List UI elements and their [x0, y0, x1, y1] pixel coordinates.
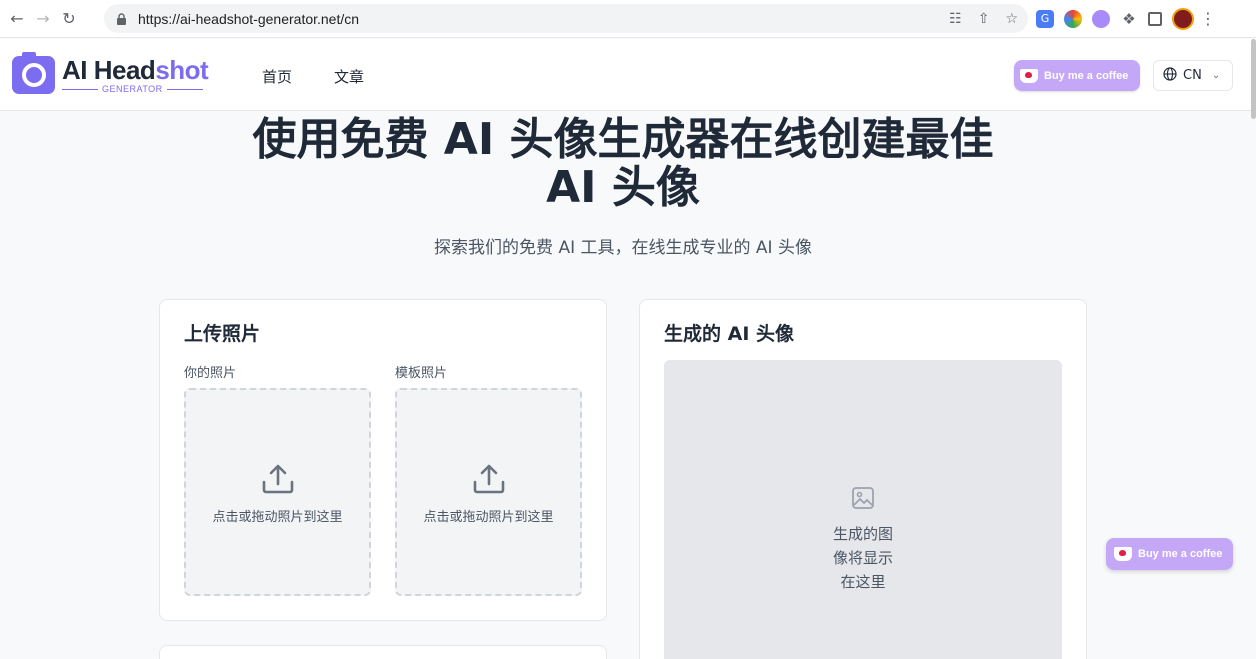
- image-icon: [852, 487, 874, 509]
- translate-icon[interactable]: ☷: [949, 11, 962, 27]
- generated-headshot-card: 生成的 AI 头像 生成的图像将显示在这里: [639, 299, 1087, 659]
- buy-me-coffee-button[interactable]: Buy me a coffee: [1014, 60, 1140, 91]
- your-photo-dropzone[interactable]: 点击或拖动照片到这里: [184, 388, 371, 596]
- hero-title: 使用免费 AI 头像生成器在线创建最佳 AI 头像: [252, 114, 994, 213]
- share-icon[interactable]: ⇧: [978, 11, 990, 27]
- upload-card-title: 上传照片: [184, 323, 261, 345]
- browser-toolbar: ← → ↻ https://ai-headshot-generator.net/…: [0, 0, 1256, 38]
- template-photo-dropzone[interactable]: 点击或拖动照片到这里: [395, 388, 582, 596]
- coffee-cup-icon: [1020, 68, 1038, 83]
- bookmark-star-icon[interactable]: ☆: [1005, 11, 1018, 27]
- upload-icon: [262, 464, 293, 493]
- coffee-label: Buy me a coffee: [1044, 69, 1129, 82]
- globe-icon: [1163, 66, 1177, 85]
- generated-image-placeholder: 生成的图像将显示在这里: [664, 360, 1062, 659]
- logo-text-accent: shot: [155, 54, 209, 85]
- coffee-label: Buy me a coffee: [1138, 548, 1223, 560]
- site-header: AI Headshot GENERATOR 首页 文章 Buy me a cof…: [0, 39, 1256, 111]
- page-scrollbar[interactable]: [1251, 39, 1256, 119]
- next-section-card: [159, 645, 607, 659]
- result-placeholder-text: 生成的图像将显示在这里: [832, 525, 893, 591]
- purple-extension-icon[interactable]: [1092, 9, 1110, 28]
- upload-photo-card: 上传照片 你的照片 模板照片 点击或拖动照片到这里 点击或拖动照片到这里: [159, 299, 607, 621]
- profile-avatar[interactable]: [1172, 7, 1194, 30]
- dropzone-text: 点击或拖动照片到这里: [212, 509, 343, 525]
- logo-text-main: AI Head: [62, 54, 156, 85]
- floating-buy-me-coffee-button[interactable]: Buy me a coffee: [1106, 538, 1233, 570]
- template-photo-label: 模板照片: [395, 366, 448, 381]
- language-selector[interactable]: CN ⌄: [1153, 60, 1233, 91]
- dropzone-text: 点击或拖动照片到这里: [423, 509, 554, 525]
- camera-logo-icon: [12, 52, 55, 94]
- your-photo-label: 你的照片: [184, 366, 237, 381]
- language-label: CN: [1183, 68, 1202, 83]
- color-picker-extension-icon[interactable]: [1064, 9, 1082, 28]
- reload-icon[interactable]: ↻: [56, 6, 82, 32]
- nav-home-link[interactable]: 首页: [262, 66, 292, 87]
- logo-subtext: GENERATOR: [102, 83, 163, 94]
- google-translate-extension-icon[interactable]: G: [1036, 9, 1054, 28]
- site-logo[interactable]: AI Headshot GENERATOR: [12, 52, 209, 94]
- coffee-cup-icon: [1114, 547, 1132, 561]
- side-panel-icon[interactable]: [1148, 11, 1162, 26]
- extensions-puzzle-icon[interactable]: ❖: [1120, 10, 1138, 28]
- address-bar[interactable]: https://ai-headshot-generator.net/cn ☷ ⇧…: [104, 4, 1028, 33]
- browser-menu-icon[interactable]: ⋮: [1200, 9, 1216, 28]
- upload-icon: [473, 464, 504, 493]
- forward-arrow-icon[interactable]: →: [30, 6, 56, 32]
- hero-subtitle: 探索我们的免费 AI 工具，在线生成专业的 AI 头像: [434, 238, 812, 258]
- nav-articles-link[interactable]: 文章: [334, 66, 364, 87]
- chevron-down-icon: ⌄: [1211, 70, 1221, 81]
- url-text: https://ai-headshot-generator.net/cn: [138, 10, 360, 27]
- back-arrow-icon[interactable]: ←: [4, 6, 30, 32]
- result-card-title: 生成的 AI 头像: [664, 323, 795, 345]
- lock-icon: [116, 12, 128, 25]
